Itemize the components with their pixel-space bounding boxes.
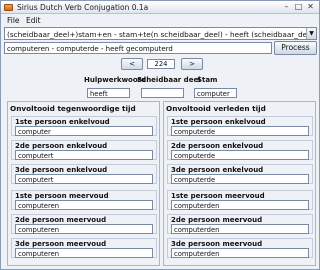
conjugation-field[interactable]: computerden xyxy=(171,200,309,210)
conjugation-value: computerde xyxy=(174,127,216,136)
conjugation-field[interactable]: computer xyxy=(15,126,153,136)
pattern-select[interactable]: (scheidbaar_deel+)stam+en - stam+te(n sc… xyxy=(4,27,317,40)
maximize-icon[interactable]: □ xyxy=(294,3,303,12)
conjugation-field[interactable]: computert xyxy=(15,174,153,184)
menu-edit[interactable]: Edit xyxy=(26,16,41,25)
past-tense-panel: Onvoltooid verleden tijd 1ste persoon en… xyxy=(163,101,316,266)
row-label: 1ste persoon enkelvoud xyxy=(171,118,266,126)
row-label: 3de persoon meervoud xyxy=(171,240,263,248)
row-label: 3de persoon enkelvoud xyxy=(171,166,264,174)
pattern-select-value: (scheidbaar_deel+)stam+en - stam+te(n sc… xyxy=(7,30,307,39)
conjugation-value: computert xyxy=(18,151,54,160)
present-row: 2de persoon enkelvoud computert xyxy=(11,140,157,160)
close-icon[interactable]: ✕ xyxy=(306,3,315,12)
conjugation-field[interactable]: computeren xyxy=(15,200,153,210)
conjugation-field[interactable]: computerden xyxy=(171,224,309,234)
conjugation-value: computerde xyxy=(174,151,216,160)
row-label: 1ste persoon enkelvoud xyxy=(15,118,110,126)
conjugation-value: computeren xyxy=(18,201,60,210)
window-title: Sirius Dutch Verb Conjugation 0.1a xyxy=(17,3,149,12)
row-label: 2de persoon meervoud xyxy=(171,216,263,224)
scheidbaar-deel-label: Scheidbaar deel xyxy=(137,76,201,84)
row-label: 2de persoon enkelvoud xyxy=(171,142,264,150)
conjugation-field[interactable]: computerde xyxy=(171,174,309,184)
scheidbaar-deel-field[interactable] xyxy=(141,88,184,98)
row-label: 3de persoon enkelvoud xyxy=(15,166,108,174)
conjugation-field[interactable]: computeren xyxy=(15,248,153,258)
menu-file[interactable]: File xyxy=(7,16,20,25)
present-row: 3de persoon enkelvoud computert xyxy=(11,164,157,184)
past-row: 3de persoon enkelvoud computerde xyxy=(167,164,313,184)
conjugation-field[interactable]: computert xyxy=(15,150,153,160)
conjugation-value: computeren xyxy=(18,249,60,258)
past-row: 1ste persoon meervoud computerden xyxy=(167,190,313,210)
conjugation-value: computerden xyxy=(174,201,220,210)
app-icon xyxy=(4,4,13,11)
process-button[interactable]: Process xyxy=(274,41,317,55)
verb-index-field[interactable]: 224 xyxy=(147,59,175,69)
verb-summary-field[interactable]: computeren - computerde - heeft gecomput… xyxy=(4,42,272,54)
present-row: 1ste persoon enkelvoud computer xyxy=(11,116,157,136)
conjugation-value: computerde xyxy=(174,175,216,184)
row-label: 3de persoon meervoud xyxy=(15,240,107,248)
next-button[interactable]: > xyxy=(181,58,203,70)
conjugation-value: computerden xyxy=(174,249,220,258)
past-row: 3de persoon meervoud computerden xyxy=(167,238,313,258)
previous-button[interactable]: < xyxy=(121,58,143,70)
past-tense-title: Onvoltooid verleden tijd xyxy=(166,104,266,113)
conjugation-field[interactable]: computeren xyxy=(15,224,153,234)
present-row: 2de persoon meervoud computeren xyxy=(11,214,157,234)
present-tense-title: Onvoltooid tegenwoordige tijd xyxy=(10,104,136,113)
past-row: 1ste persoon enkelvoud computerde xyxy=(167,116,313,136)
conjugation-field[interactable]: computerde xyxy=(171,126,309,136)
stam-value: computer xyxy=(197,89,230,98)
minimize-icon[interactable]: – xyxy=(282,3,291,12)
conjugation-field[interactable]: computerden xyxy=(171,248,309,258)
past-row: 2de persoon meervoud computerden xyxy=(167,214,313,234)
conjugation-value: computert xyxy=(18,175,54,184)
conjugation-value: computer xyxy=(18,127,51,136)
row-label: 2de persoon enkelvoud xyxy=(15,142,108,150)
menu-bar: File Edit xyxy=(1,14,319,26)
row-label: 1ste persoon meervoud xyxy=(15,192,109,200)
conjugation-field[interactable]: computerde xyxy=(171,150,309,160)
hulpwerkwoord-field[interactable]: heeft xyxy=(87,88,130,98)
present-row: 1ste persoon meervoud computeren xyxy=(11,190,157,210)
hulpwerkwoord-value: heeft xyxy=(90,89,108,98)
app-window: Sirius Dutch Verb Conjugation 0.1a – □ ✕… xyxy=(0,0,320,270)
row-label: 2de persoon meervoud xyxy=(15,216,107,224)
verb-summary-text: computeren - computerde - heeft gecomput… xyxy=(7,44,173,53)
chevron-down-icon[interactable]: ▼ xyxy=(306,28,316,39)
present-row: 3de persoon meervoud computeren xyxy=(11,238,157,258)
stam-field[interactable]: computer xyxy=(194,88,237,98)
conjugation-value: computerden xyxy=(174,225,220,234)
conjugation-value: computeren xyxy=(18,225,60,234)
past-row: 2de persoon enkelvoud computerde xyxy=(167,140,313,160)
stam-label: Stam xyxy=(197,76,218,84)
title-bar: Sirius Dutch Verb Conjugation 0.1a – □ ✕ xyxy=(1,1,319,14)
row-label: 1ste persoon meervoud xyxy=(171,192,265,200)
present-tense-panel: Onvoltooid tegenwoordige tijd 1ste perso… xyxy=(7,101,160,266)
